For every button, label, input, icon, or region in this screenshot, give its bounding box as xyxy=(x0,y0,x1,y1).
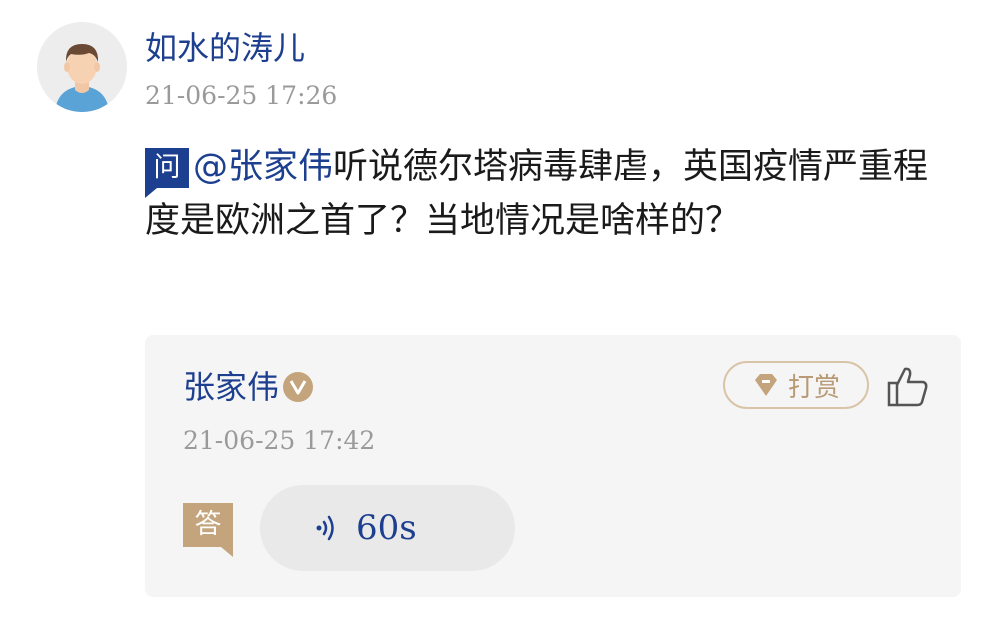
question-text-block: 问 @张家伟听说德尔塔病毒肆虐，英国疫情严重程度是欧洲之首了？当地情况是啥样的？ xyxy=(145,140,945,248)
question-tag: 问 xyxy=(145,148,189,198)
sound-wave-icon xyxy=(316,515,334,541)
answerer-name[interactable]: 张家伟 xyxy=(183,365,279,409)
verified-v-icon xyxy=(283,372,314,402)
answer-tag: 答 xyxy=(183,503,233,557)
audio-play-button[interactable]: 60s xyxy=(260,485,515,571)
answer-timestamp: 21-06-25 17:42 xyxy=(183,426,376,455)
asker-name[interactable]: 如水的涛儿 xyxy=(145,28,305,68)
qa-post: 如水的涛儿 21-06-25 17:26 问 @张家伟听说德尔塔病毒肆虐，英国疫情… xyxy=(0,0,1000,625)
answer-card: 张家伟 21-06-25 17:42 打赏 答 60s xyxy=(145,335,961,597)
tip-button[interactable]: 打赏 xyxy=(723,361,869,409)
mention-link[interactable]: @张家伟 xyxy=(193,147,333,187)
user-avatar-icon[interactable] xyxy=(37,22,127,112)
diamond-coin-icon xyxy=(754,374,777,396)
audio-duration: 60s xyxy=(356,508,417,548)
thumbs-up-icon[interactable] xyxy=(885,365,931,409)
answerer-row: 张家伟 xyxy=(183,365,314,409)
question-timestamp: 21-06-25 17:26 xyxy=(145,81,338,110)
tip-label: 打赏 xyxy=(787,372,840,403)
